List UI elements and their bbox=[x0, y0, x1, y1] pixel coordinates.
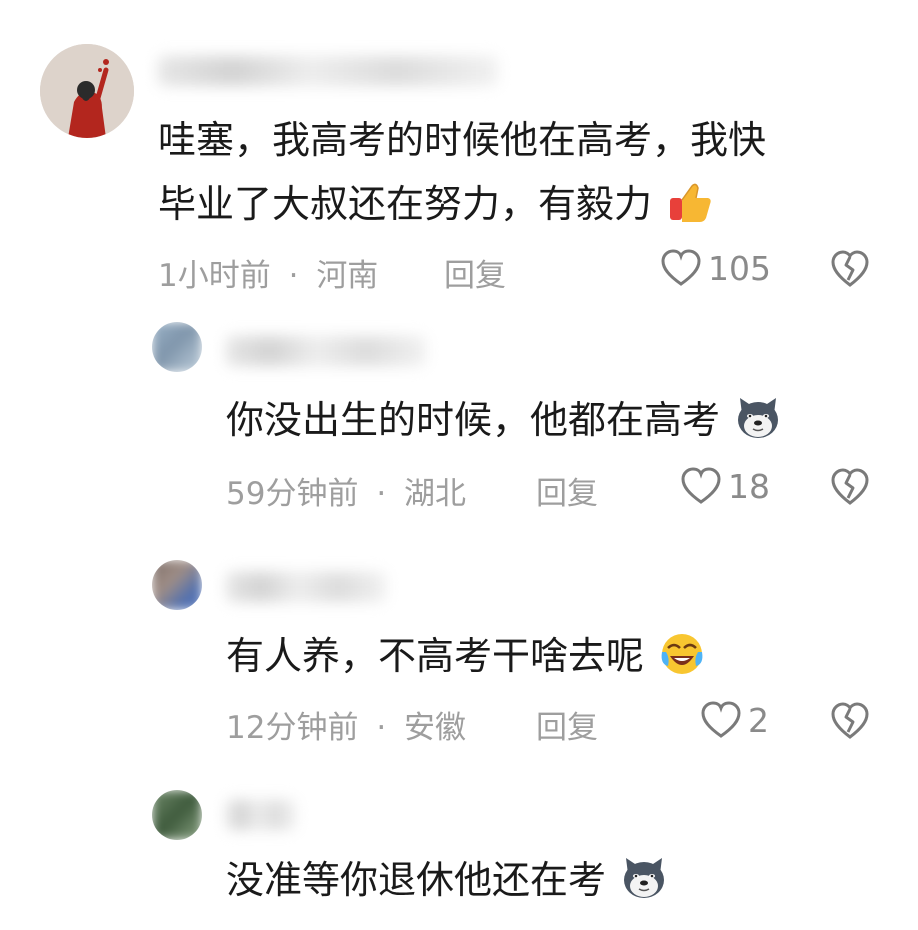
reply-item: 没准等你退休他还在考 bbox=[0, 782, 918, 930]
reply-button[interactable]: 回复 bbox=[536, 702, 598, 747]
laugh-cry-icon bbox=[661, 634, 703, 674]
avatar-blurred bbox=[152, 560, 202, 610]
avatar[interactable] bbox=[152, 322, 202, 372]
comment-text-line: 哇塞，我高考的时候他在高考，我快 bbox=[158, 118, 767, 162]
doge-icon bbox=[738, 398, 779, 438]
avatar-illustration bbox=[40, 44, 134, 138]
reply-button[interactable]: 回复 bbox=[536, 468, 598, 513]
comment-time: 1小时前 bbox=[158, 258, 271, 294]
comment-meta: 1小时前 · 河南 bbox=[158, 250, 378, 295]
like-button[interactable]: 105 bbox=[660, 248, 771, 288]
like-count: 2 bbox=[748, 700, 769, 740]
heart-icon bbox=[701, 701, 741, 738]
comment-text: 你没出生的时候，他都在高考 bbox=[226, 392, 782, 448]
comment-text: 没准等你退休他还在考 bbox=[226, 852, 668, 908]
like-count: 18 bbox=[728, 466, 770, 506]
comment-location: 安徽 bbox=[404, 710, 467, 746]
comment-time: 59分钟前 bbox=[226, 476, 359, 512]
comment-text-line: 毕业了大叔还在努力，有毅力 bbox=[158, 182, 653, 226]
avatar[interactable] bbox=[152, 560, 202, 610]
comment-text: 有人养，不高考干啥去呢 bbox=[226, 628, 706, 684]
avatar-blurred bbox=[152, 790, 202, 840]
like-button[interactable]: 2 bbox=[700, 700, 769, 740]
username-blurred[interactable] bbox=[226, 800, 296, 830]
comment-text-line: 没准等你退休他还在考 bbox=[226, 858, 607, 902]
broken-heart-icon[interactable] bbox=[830, 468, 870, 506]
comment-time: 12分钟前 bbox=[226, 710, 359, 746]
meta-separator: · bbox=[288, 258, 299, 294]
thumbs-up-icon bbox=[670, 183, 711, 222]
comment-text: 毕业了大叔还在努力，有毅力 bbox=[158, 176, 714, 232]
comment-item: 哇塞，我高考的时候他在高考，我快 毕业了大叔还在努力，有毅力 1小时前 · 河南… bbox=[0, 0, 918, 300]
like-count: 105 bbox=[708, 248, 771, 288]
broken-heart-icon[interactable] bbox=[830, 702, 870, 740]
avatar[interactable] bbox=[40, 44, 134, 138]
reply-button[interactable]: 回复 bbox=[444, 250, 506, 295]
reply-item: 你没出生的时候，他都在高考 59分钟前 · 湖北 回复 18 bbox=[0, 310, 918, 530]
comment-meta: 59分钟前 · 湖北 bbox=[226, 468, 466, 513]
comment-text-line: 你没出生的时候，他都在高考 bbox=[226, 398, 721, 442]
reply-item: 有人养，不高考干啥去呢 12分钟前 · 安徽 回复 2 bbox=[0, 548, 918, 768]
username-blurred[interactable] bbox=[158, 56, 498, 86]
avatar[interactable] bbox=[152, 790, 202, 840]
comment-text: 哇塞，我高考的时候他在高考，我快 bbox=[158, 112, 766, 168]
doge-icon bbox=[624, 858, 665, 898]
comment-location: 河南 bbox=[316, 258, 379, 294]
heart-icon bbox=[681, 467, 721, 504]
username-blurred[interactable] bbox=[226, 572, 386, 602]
broken-heart-icon[interactable] bbox=[830, 250, 870, 288]
comment-text-line: 有人养，不高考干啥去呢 bbox=[226, 634, 645, 678]
meta-separator: · bbox=[376, 710, 387, 746]
meta-separator: · bbox=[376, 476, 387, 512]
like-button[interactable]: 18 bbox=[680, 466, 770, 506]
comment-meta: 12分钟前 · 安徽 bbox=[226, 702, 466, 747]
avatar-blurred bbox=[152, 322, 202, 372]
username-blurred[interactable] bbox=[226, 336, 426, 366]
comment-location: 湖北 bbox=[404, 476, 467, 512]
heart-icon bbox=[661, 249, 701, 286]
